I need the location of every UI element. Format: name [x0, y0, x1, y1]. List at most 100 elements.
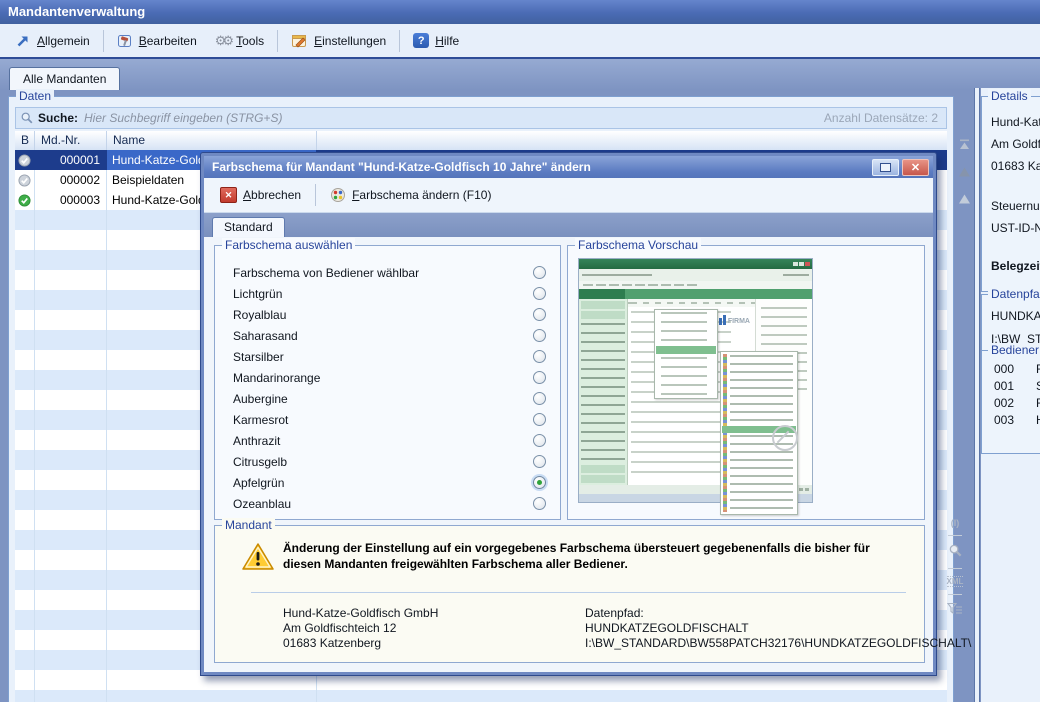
radio-button[interactable]: [533, 329, 546, 342]
apply-colorscheme-button[interactable]: Farbschema ändern (F10): [322, 183, 499, 207]
radio-button[interactable]: [533, 371, 546, 384]
toolbar-separator: [103, 30, 104, 52]
color-scheme-option[interactable]: Lichtgrün: [215, 283, 560, 304]
radio-button[interactable]: [533, 413, 546, 426]
bediener-row[interactable]: 000 Rud: [982, 361, 1040, 378]
color-scheme-option[interactable]: Saharasand: [215, 325, 560, 346]
color-scheme-option[interactable]: Karmesrot: [215, 409, 560, 430]
dialog-tab-strip: Standard: [204, 213, 933, 237]
scroll-up-button[interactable]: [958, 166, 971, 181]
tab-label: Alle Mandanten: [23, 72, 106, 86]
separator-line: [251, 592, 906, 593]
search-label: Suche:: [38, 111, 78, 125]
mandant-address: Hund-Katze-Goldfisch GmbH Am Goldfischte…: [283, 606, 438, 651]
tab-alle-mandanten[interactable]: Alle Mandanten: [9, 67, 120, 90]
bediener-name: Her: [1036, 412, 1040, 429]
mandant-group-label: Mandant: [222, 518, 275, 532]
color-scheme-option[interactable]: Aubergine: [215, 388, 560, 409]
app-window: Mandantenverwaltung Allgemein Bearbeiten…: [0, 0, 1040, 702]
toolbar-item-tools[interactable]: ⚙⚙ Tools: [206, 29, 273, 53]
dialog-body: Farbschema auswählen Farbschema von Bedi…: [204, 237, 933, 672]
farbschema-vorschau-group: Farbschema Vorschau: [567, 245, 925, 520]
color-scheme-option[interactable]: Farbschema von Bediener wählbar: [215, 262, 560, 283]
mandant-number-cell: 000003: [35, 190, 107, 210]
radio-button[interactable]: [533, 350, 546, 363]
color-scheme-option[interactable]: Ozeanblau: [215, 493, 560, 514]
cancel-button[interactable]: ✕ Abbrechen: [212, 183, 309, 207]
search-input[interactable]: Suche: Hier Suchbegriff eingeben (STRG+S…: [15, 107, 947, 129]
bediener-row[interactable]: 001 San: [982, 378, 1040, 395]
color-scheme-label: Royalblau: [233, 308, 533, 322]
detail-street: Am Goldfischteich 12: [982, 133, 1040, 155]
radio-button[interactable]: [533, 455, 546, 468]
color-scheme-label: Starsilber: [233, 350, 533, 364]
color-scheme-option[interactable]: Royalblau: [215, 304, 560, 325]
tab-strip: Alle Mandanten: [0, 57, 1040, 90]
color-scheme-label: Saharasand: [233, 329, 533, 343]
search-icon: [20, 111, 34, 125]
toolbar-separator: [277, 30, 278, 52]
search-placeholder: Hier Suchbegriff eingeben (STRG+S): [84, 111, 282, 125]
detail-city: 01683 Katzenberg: [982, 155, 1040, 177]
farbschema-auswaehlen-group: Farbschema auswählen Farbschema von Bedi…: [214, 245, 561, 520]
color-scheme-option[interactable]: Citrusgelb: [215, 451, 560, 472]
toolbar-item-bearbeiten[interactable]: Bearbeiten: [108, 29, 206, 53]
cancel-x-icon: ✕: [220, 187, 237, 203]
color-scheme-option[interactable]: Anthrazit: [215, 430, 560, 451]
green-check-icon: [18, 194, 31, 207]
bediener-row[interactable]: 002 Fra: [982, 395, 1040, 412]
tab-standard[interactable]: Standard: [212, 217, 285, 237]
radio-button[interactable]: [533, 266, 546, 279]
details-panel: Details Hund-Katze-Goldfisch GmbH Am Gol…: [981, 88, 1040, 702]
color-scheme-option[interactable]: Apfelgrün: [215, 472, 560, 493]
datenpfad-group-label: Datenpfad: [988, 287, 1040, 301]
toolbar-item-einstellungen[interactable]: Einstellungen: [282, 29, 395, 53]
record-count: Anzahl Datensätze: 2: [824, 111, 946, 125]
farbschema-dialog: Farbschema für Mandant "Hund-Katze-Goldf…: [200, 152, 937, 676]
mandant-city: 01683 Katzenberg: [283, 636, 438, 651]
color-scheme-label: Lichtgrün: [233, 287, 533, 301]
datapath-full: I:\BW_STANDARD\BW558PATCH32176\HUNDKATZE…: [585, 636, 971, 651]
divider: [948, 568, 962, 569]
bediener-row[interactable]: 003 Her: [982, 412, 1040, 429]
color-scheme-option[interactable]: Starsilber: [215, 346, 560, 367]
xml-icon[interactable]: XML: [947, 576, 964, 587]
preview-group-label: Farbschema Vorschau: [575, 238, 701, 252]
bediener-number: 002: [994, 395, 1020, 412]
scroll-top-button[interactable]: [958, 138, 971, 154]
restore-button[interactable]: [872, 159, 899, 176]
radio-button[interactable]: [533, 476, 546, 489]
color-scheme-option[interactable]: Mandarinorange: [215, 367, 560, 388]
bediener-group: Bediener 000 Rud 001 San 002 Fra 003 Her: [981, 350, 1040, 454]
radio-button[interactable]: [533, 434, 546, 447]
toolbar-item-hilfe[interactable]: ? Hilfe: [404, 29, 468, 52]
color-scheme-label: Anthrazit: [233, 434, 533, 448]
radio-button[interactable]: [533, 497, 546, 510]
preview-firma-logo: FIRMA: [715, 315, 750, 325]
close-button[interactable]: ✕: [902, 159, 929, 176]
grid-scroll-controls: [956, 138, 972, 208]
panel-divider[interactable]: [974, 88, 980, 702]
column-header-name[interactable]: Name: [107, 131, 317, 150]
datapath-label: Datenpfad:: [585, 606, 971, 621]
dialog-titlebar[interactable]: Farbschema für Mandant "Hund-Katze-Goldf…: [204, 156, 933, 178]
bediener-number: 000: [994, 361, 1020, 378]
grid-search-icon[interactable]: [948, 543, 963, 561]
toolbar-item-allgemein[interactable]: Allgemein: [6, 29, 99, 53]
preview-thumbnail: FIRMA: [578, 258, 813, 503]
scroll-up-button-secondary[interactable]: [958, 193, 971, 208]
radio-button[interactable]: [533, 392, 546, 405]
gears-icon: ⚙⚙: [215, 33, 230, 49]
gray-check-icon: [18, 154, 31, 167]
empty-table-row[interactable]: [15, 690, 947, 702]
column-header-b[interactable]: B: [15, 131, 35, 150]
radio-button[interactable]: [533, 287, 546, 300]
mandant-number-cell: 000002: [35, 170, 107, 190]
table-header: B Md.-Nr. Name: [15, 131, 947, 151]
radio-button[interactable]: [533, 308, 546, 321]
column-header-nr[interactable]: Md.-Nr.: [35, 131, 107, 150]
color-scheme-label: Farbschema von Bediener wählbar: [233, 266, 533, 280]
grid-side-tools: (l) XML: [945, 518, 965, 618]
count-icon[interactable]: (l): [951, 518, 960, 528]
dialog-toolbar: ✕ Abbrechen Farbschema ändern (F10): [204, 178, 933, 213]
